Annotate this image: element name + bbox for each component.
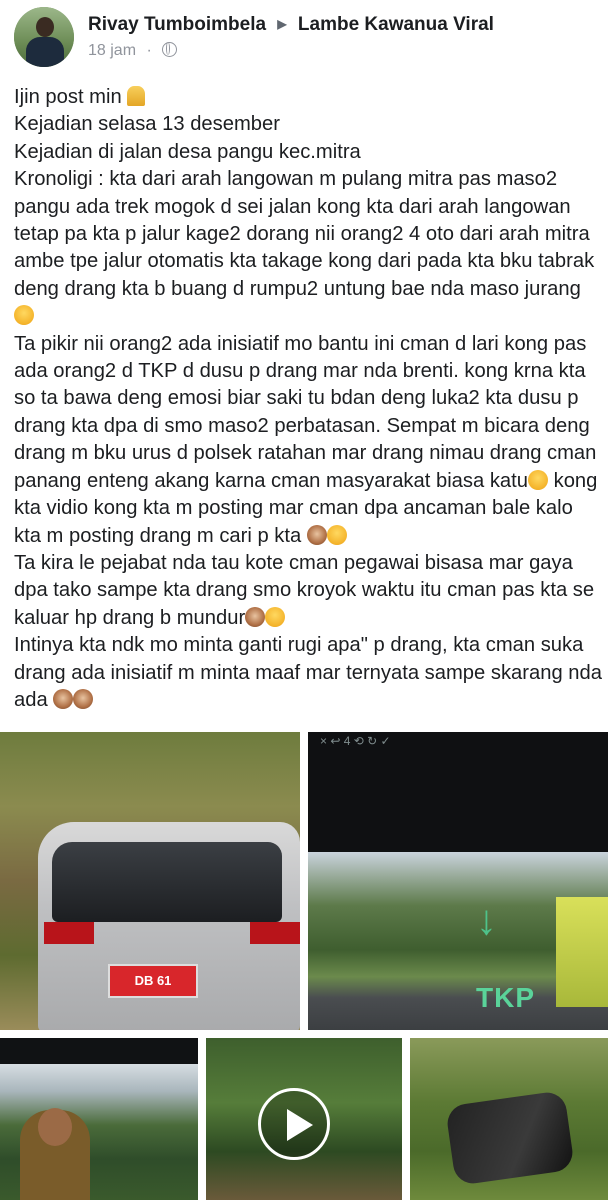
grin-sweat-emoji-icon: [265, 606, 286, 627]
editor-toolbar: × ↩ 4 ⟲ ↻ ✓: [320, 734, 391, 748]
post-line: Ijin post min: [14, 84, 604, 111]
photo-officer[interactable]: [0, 1038, 198, 1200]
photo-car-rear[interactable]: DB 61: [0, 732, 300, 1030]
group-name[interactable]: Lambe Kawanua Viral: [298, 14, 494, 35]
person-face: [38, 1108, 72, 1146]
tkp-label: TKP: [476, 982, 535, 1013]
post-body: Ijin post min Kejadian selasa 13 desembe…: [14, 84, 604, 714]
see-no-evil-monkey-icon: [306, 524, 327, 545]
see-no-evil-monkey-icon: [73, 688, 94, 709]
license-plate: DB 61: [108, 964, 198, 998]
video-thumbnail[interactable]: [206, 1038, 402, 1200]
author-group-line: Rivay Tumboimbela ▶ Lambe Kawanua Viral: [88, 14, 494, 36]
post-time[interactable]: 18 jam: [88, 42, 136, 59]
pray-emoji-icon: [127, 86, 146, 106]
motorbike-shape: [445, 1090, 575, 1186]
photo-motorbike[interactable]: [410, 1038, 608, 1200]
post-meta: 18 jam ·: [88, 42, 178, 60]
arrow-down-icon: ↓: [476, 896, 497, 943]
post-line: Intinya kta ndk mo minta ganti rugi apa"…: [14, 634, 608, 711]
post-line: Kejadian selasa 13 desember: [14, 113, 280, 136]
meta-separator: ·: [146, 42, 152, 59]
grin-sweat-emoji-icon: [528, 469, 548, 490]
play-icon[interactable]: [258, 1088, 330, 1160]
grin-sweat-emoji-icon: [14, 305, 34, 326]
post-line: Kronoligi : kta dari arah langowan m pul…: [14, 166, 604, 330]
post-line: Ta kira le pejabat nda tau kote cman peg…: [14, 551, 600, 629]
tail-light: [44, 922, 94, 944]
grin-sweat-emoji-icon: [326, 524, 347, 545]
tail-light: [250, 922, 300, 944]
globe-icon[interactable]: [162, 42, 178, 57]
triangle-right-icon: ▶: [277, 17, 287, 31]
car-window: [52, 842, 282, 922]
post-line: Ta pikir nii orang2 ada inisiatif mo ban…: [14, 332, 603, 547]
see-no-evil-monkey-icon: [245, 606, 266, 627]
photo-road-tkp[interactable]: × ↩ 4 ⟲ ↻ ✓ ↓ TKP: [308, 732, 608, 1030]
post-line: Kejadian di jalan desa pangu kec.mitra: [14, 140, 361, 163]
see-no-evil-monkey-icon: [53, 688, 74, 709]
truck-shape: [556, 897, 608, 1007]
author-avatar[interactable]: [14, 7, 74, 67]
author-name[interactable]: Rivay Tumboimbela: [88, 14, 266, 35]
post-header: Rivay Tumboimbela ▶ Lambe Kawanua Viral …: [0, 0, 608, 78]
